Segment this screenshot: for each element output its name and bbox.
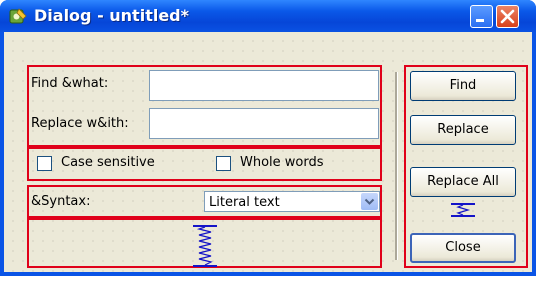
find-label: Find &what: — [31, 76, 109, 91]
combo-arrow-button[interactable] — [361, 193, 378, 210]
find-button[interactable]: Find — [410, 71, 516, 101]
minimize-button[interactable] — [470, 5, 493, 28]
close-icon — [500, 9, 515, 24]
replace-input[interactable] — [149, 108, 379, 139]
syntax-combobox[interactable]: Literal text — [204, 191, 380, 212]
window-frame-bottom — [0, 272, 536, 276]
case-sensitive-checkbox[interactable] — [37, 156, 52, 171]
minimize-icon — [476, 19, 484, 22]
find-input[interactable] — [149, 70, 379, 101]
vertical-separator — [395, 72, 398, 260]
close-window-button[interactable] — [496, 5, 519, 28]
replace-all-button[interactable]: Replace All — [410, 167, 516, 197]
spacer-icon — [193, 225, 217, 267]
spacer-icon — [451, 203, 475, 217]
syntax-label: &Syntax: — [31, 194, 91, 209]
designer-icon — [9, 8, 27, 24]
window-title: Dialog - untitled* — [34, 6, 189, 25]
syntax-value: Literal text — [209, 195, 280, 210]
title-bar[interactable]: Dialog - untitled* — [0, 0, 536, 32]
close-button[interactable]: Close — [410, 233, 516, 263]
chevron-down-icon — [364, 198, 375, 205]
replace-label: Replace w&ith: — [31, 116, 129, 131]
replace-button[interactable]: Replace — [410, 115, 516, 145]
whole-words-label[interactable]: Whole words — [240, 155, 324, 170]
case-sensitive-label[interactable]: Case sensitive — [61, 155, 155, 170]
whole-words-checkbox[interactable] — [216, 156, 231, 171]
